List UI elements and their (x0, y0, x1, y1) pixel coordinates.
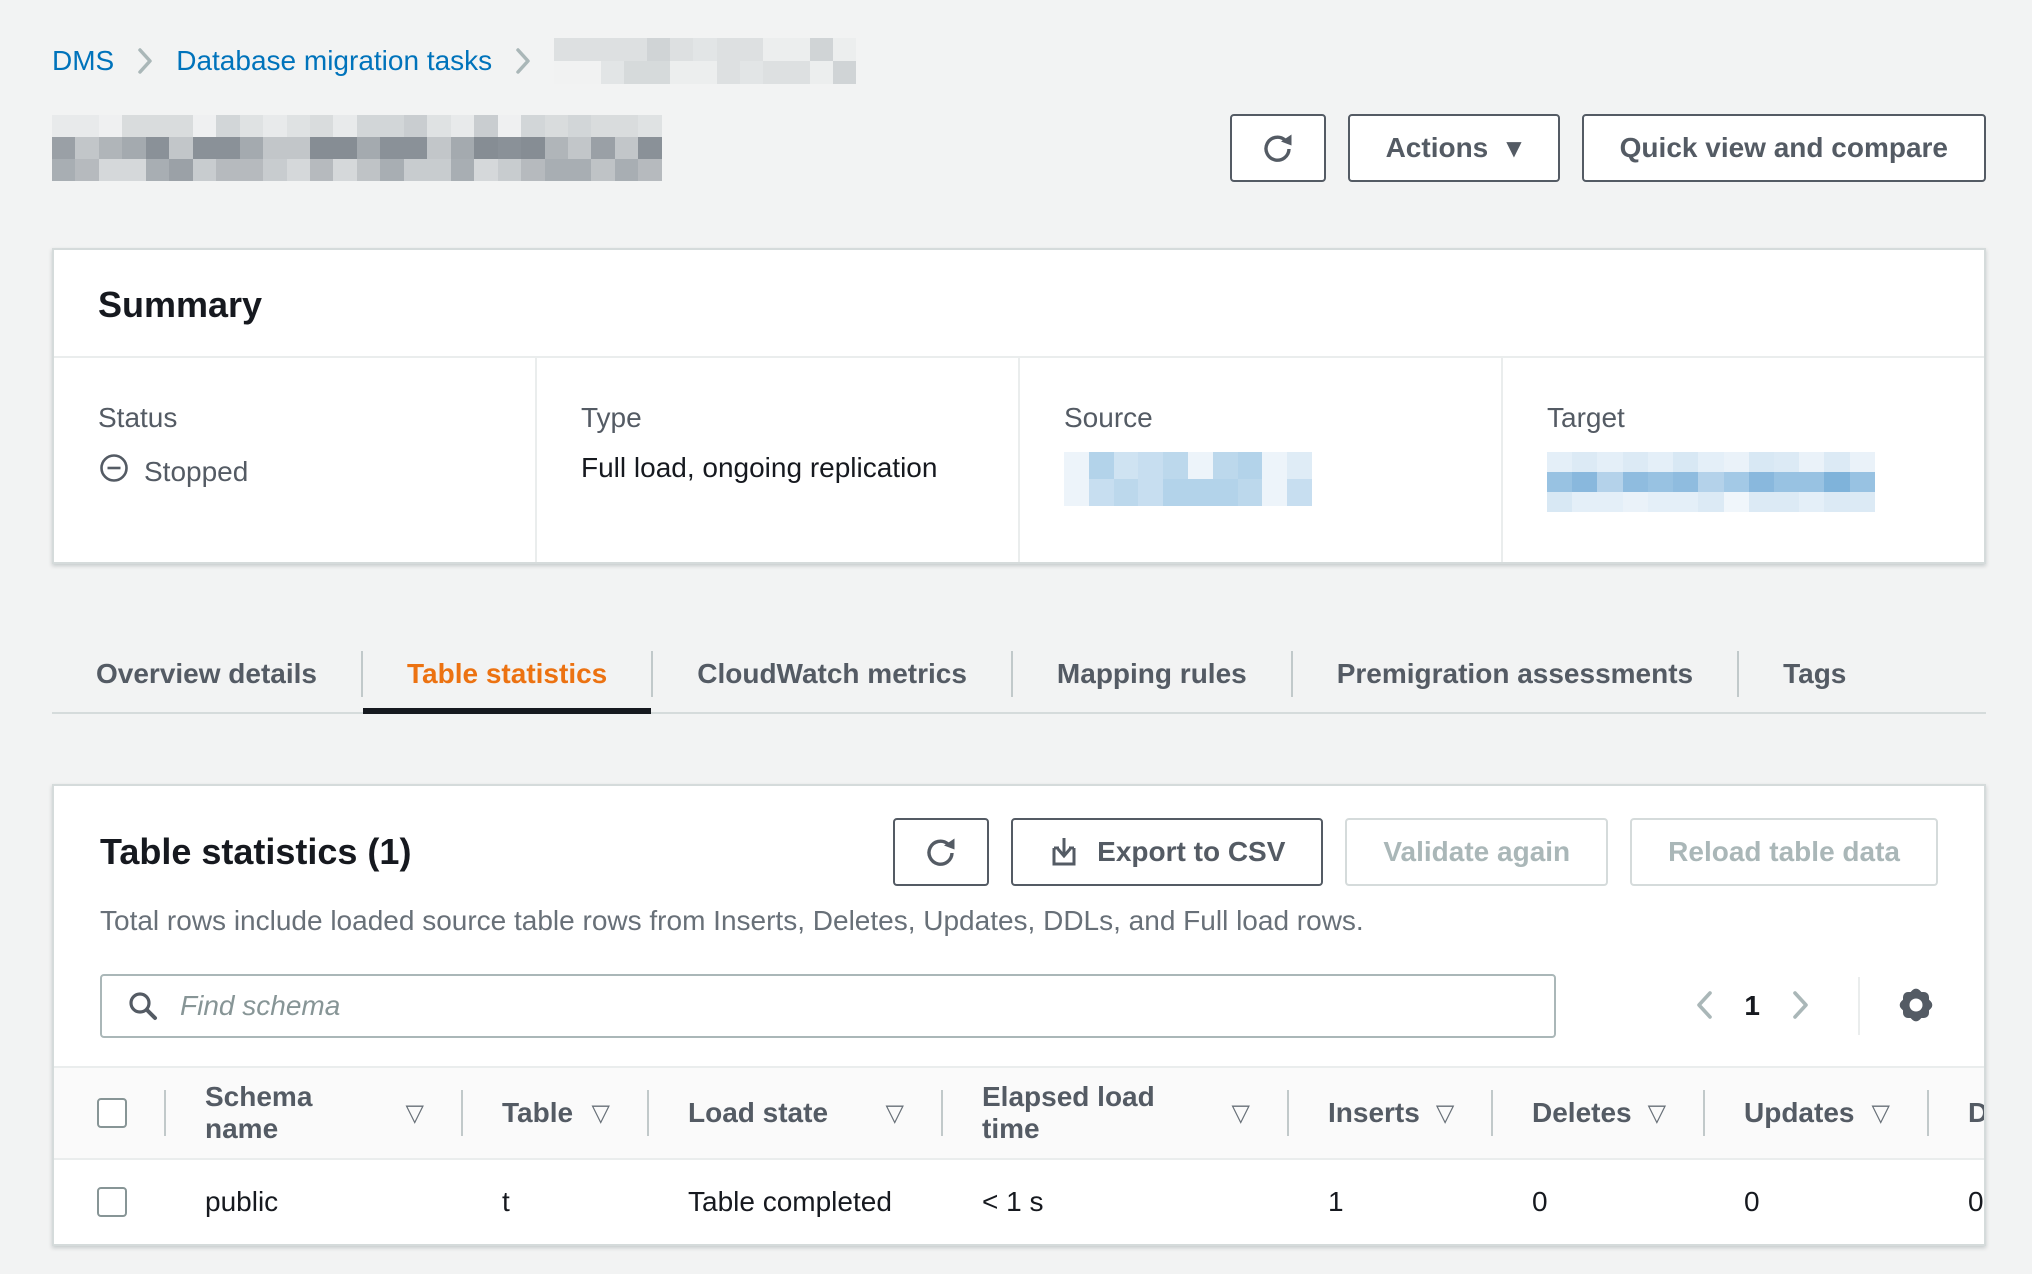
chevron-right-icon (1788, 987, 1812, 1026)
tab-table-statistics[interactable]: Table statistics (363, 636, 651, 712)
row-select-cell (54, 1160, 165, 1244)
column-header-table[interactable]: Table ▽ (462, 1068, 648, 1158)
tab-overview-details[interactable]: Overview details (52, 636, 361, 712)
table-row: public t Table completed < 1 s 1 0 0 0 (54, 1160, 1986, 1244)
column-header-ddls[interactable]: DDLs ▽ (1928, 1068, 1986, 1158)
cell-elapsed-load-time: < 1 s (942, 1160, 1288, 1244)
cell-table: t (462, 1160, 648, 1244)
summary-panel-header: Summary (54, 250, 1984, 358)
field-label: Status (98, 402, 491, 434)
sort-icon[interactable]: ▽ (1232, 1099, 1250, 1127)
cell-inserts: 1 (1288, 1160, 1492, 1244)
sort-icon[interactable]: ▽ (592, 1099, 610, 1127)
actions-button[interactable]: Actions ▼ (1348, 114, 1560, 182)
table-statistics-title: Table statistics (1) (100, 831, 411, 873)
breadcrumb-redacted-task-name (554, 38, 856, 84)
column-header-updates[interactable]: Updates ▽ (1704, 1068, 1928, 1158)
summary-panel: Summary Status Stopped Type Full load, (52, 248, 1986, 564)
find-schema-input[interactable] (100, 974, 1556, 1038)
table-statistics-panel: Table statistics (1) (52, 784, 1986, 1246)
export-to-csv-button[interactable]: Export to CSV (1011, 818, 1323, 886)
summary-body: Status Stopped Type Full load, ongoing r… (54, 358, 1984, 562)
refresh-button[interactable] (1230, 114, 1326, 182)
chevron-right-icon (514, 46, 532, 76)
search-icon (126, 989, 160, 1030)
validate-again-label: Validate again (1383, 836, 1570, 868)
page-title-row: Actions ▼ Quick view and compare (52, 114, 1986, 182)
field-label: Source (1064, 402, 1457, 434)
sort-icon[interactable]: ▽ (886, 1099, 904, 1127)
target-value-redacted (1547, 452, 1875, 512)
tab-tags[interactable]: Tags (1739, 636, 1890, 712)
validate-again-button[interactable]: Validate again (1345, 818, 1608, 886)
breadcrumb-link-dms[interactable]: DMS (52, 45, 114, 77)
source-value-redacted (1064, 452, 1312, 506)
cell-ddls: 0 (1928, 1160, 1986, 1244)
breadcrumb: DMS Database migration tasks (52, 0, 1986, 84)
page-title-redacted (52, 115, 662, 181)
refresh-icon (1260, 130, 1296, 166)
dropdown-caret-icon: ▼ (1506, 136, 1521, 160)
status-value: Stopped (98, 452, 491, 491)
chevron-left-icon (1692, 987, 1716, 1026)
reload-table-data-button[interactable]: Reload table data (1630, 818, 1938, 886)
breadcrumb-link-tasks[interactable]: Database migration tasks (176, 45, 492, 77)
tab-premigration-assessments[interactable]: Premigration assessments (1293, 636, 1737, 712)
summary-field-type: Type Full load, ongoing replication (535, 358, 1018, 562)
pagination: 1 (1682, 977, 1938, 1035)
table-statistics-table: Schema name ▽ Table ▽ Load state ▽ Elaps… (54, 1066, 1986, 1244)
page: DMS Database migration tasks Actions ▼ Q (52, 0, 1986, 1246)
stopped-icon (98, 452, 144, 491)
table-controls-row: 1 (100, 974, 1938, 1038)
summary-field-target: Target (1501, 358, 1984, 562)
status-text: Stopped (144, 456, 248, 488)
chevron-right-icon (136, 46, 154, 76)
cell-schema-name: public (165, 1160, 462, 1244)
column-header-schema-name[interactable]: Schema name ▽ (165, 1068, 462, 1158)
reload-table-data-label: Reload table data (1668, 836, 1900, 868)
sort-icon[interactable]: ▽ (1872, 1099, 1890, 1127)
table-header-row: Schema name ▽ Table ▽ Load state ▽ Elaps… (54, 1068, 1986, 1160)
quick-view-compare-button[interactable]: Quick view and compare (1582, 114, 1986, 182)
sort-icon[interactable]: ▽ (406, 1099, 424, 1127)
row-checkbox[interactable] (97, 1187, 127, 1217)
quick-view-compare-label: Quick view and compare (1620, 132, 1948, 164)
summary-field-status: Status Stopped (54, 358, 535, 562)
cell-updates: 0 (1704, 1160, 1928, 1244)
table-statistics-header: Table statistics (1) (100, 818, 1938, 886)
actions-button-label: Actions (1386, 132, 1489, 164)
export-to-csv-label: Export to CSV (1097, 836, 1285, 868)
column-header-load-state[interactable]: Load state ▽ (648, 1068, 942, 1158)
refresh-icon (923, 834, 959, 870)
summary-title: Summary (98, 284, 1940, 326)
controls-divider (1858, 977, 1860, 1035)
schema-search (100, 974, 1556, 1038)
next-page-button[interactable] (1778, 987, 1822, 1026)
field-label: Target (1547, 402, 1940, 434)
sort-icon[interactable]: ▽ (1436, 1099, 1454, 1127)
select-all-cell (54, 1068, 165, 1158)
field-label: Type (581, 402, 974, 434)
sort-icon[interactable]: ▽ (1648, 1099, 1666, 1127)
download-icon (1049, 836, 1079, 868)
column-header-elapsed-load-time[interactable]: Elapsed load time ▽ (942, 1068, 1288, 1158)
table-refresh-button[interactable] (893, 818, 989, 886)
current-page-number: 1 (1744, 990, 1760, 1022)
column-header-inserts[interactable]: Inserts ▽ (1288, 1068, 1492, 1158)
cell-deletes: 0 (1492, 1160, 1704, 1244)
column-header-deletes[interactable]: Deletes ▽ (1492, 1068, 1704, 1158)
tab-mapping-rules[interactable]: Mapping rules (1013, 636, 1291, 712)
table-statistics-description: Total rows include loaded source table r… (100, 904, 1938, 938)
previous-page-button[interactable] (1682, 987, 1726, 1026)
tab-bar: Overview details Table statistics CloudW… (52, 636, 1986, 714)
summary-field-source: Source (1018, 358, 1501, 562)
cell-load-state: Table completed (648, 1160, 942, 1244)
select-all-checkbox[interactable] (97, 1098, 127, 1128)
gear-icon (1894, 983, 1938, 1030)
tab-cloudwatch-metrics[interactable]: CloudWatch metrics (653, 636, 1011, 712)
type-value: Full load, ongoing replication (581, 452, 974, 484)
table-settings-button[interactable] (1894, 983, 1938, 1030)
